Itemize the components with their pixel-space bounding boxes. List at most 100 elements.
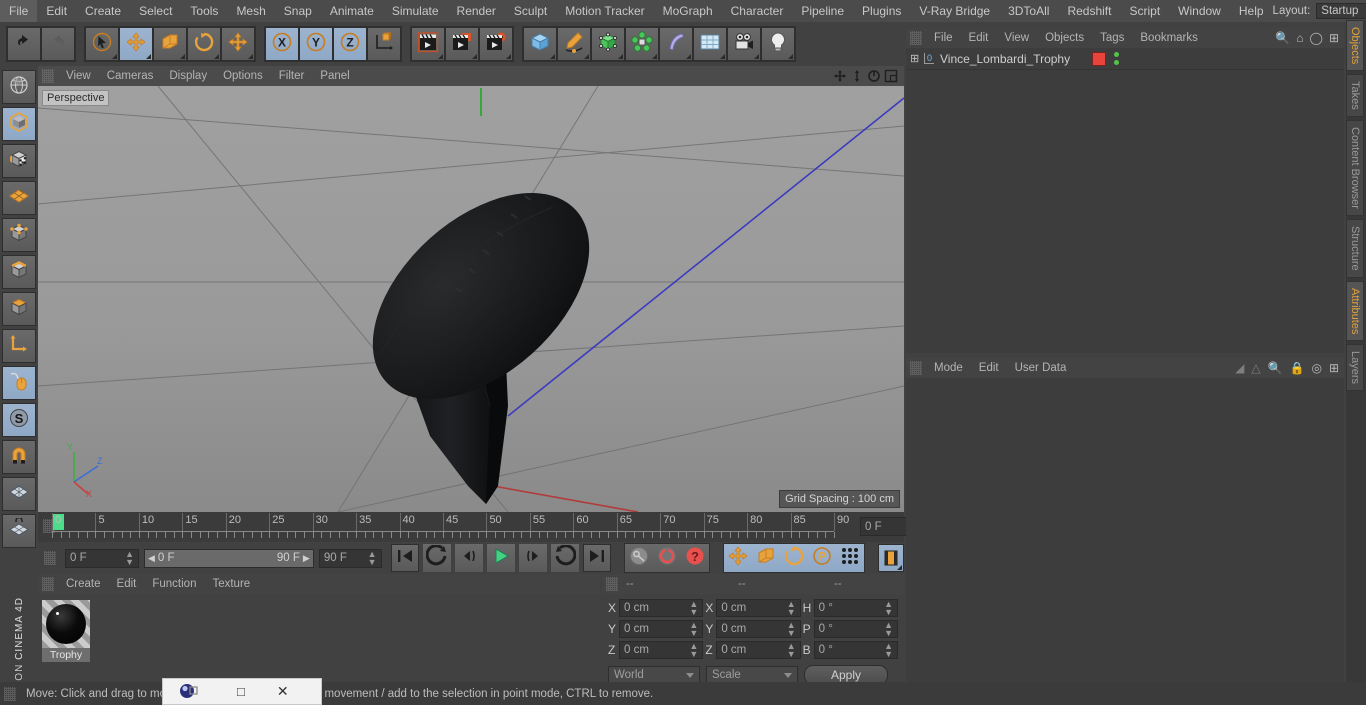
spinner-icon[interactable]: ▲▼	[787, 600, 796, 617]
maximize-icon[interactable]: □	[237, 684, 245, 699]
add-spline-button[interactable]	[557, 27, 591, 61]
range-right-arrow-icon[interactable]: ▶	[303, 553, 310, 564]
point-mode-button[interactable]	[2, 218, 36, 252]
plus-box-icon[interactable]: ⊞	[1329, 361, 1339, 375]
right-tab-takes[interactable]: Takes	[1346, 74, 1364, 118]
expand-toggle-icon[interactable]: ⊞	[910, 52, 924, 65]
model-mode-button[interactable]	[2, 107, 36, 141]
panel-grip-icon[interactable]	[44, 551, 56, 565]
lock-icon[interactable]: 🔒	[1290, 361, 1305, 375]
viewport-menu-options[interactable]: Options	[215, 66, 271, 86]
viewport-menu-filter[interactable]: Filter	[271, 66, 313, 86]
viewport-menu-view[interactable]: View	[58, 66, 99, 86]
start-frame-field[interactable]: 0 F ▲ ▼	[65, 548, 139, 568]
move-tool-button[interactable]	[119, 27, 153, 61]
menu-item-redshift[interactable]: Redshift	[1058, 0, 1120, 22]
menu-item-edit[interactable]: Edit	[37, 0, 76, 22]
axis-modify-button[interactable]	[2, 329, 36, 363]
viewport-menu-display[interactable]: Display	[161, 66, 215, 86]
spinner-icon[interactable]: ▲▼	[787, 642, 796, 659]
rotate-icon[interactable]	[867, 69, 881, 83]
position-key-button[interactable]	[723, 544, 752, 572]
viewport-canvas[interactable]: Y Z X	[38, 86, 904, 512]
render-view-button[interactable]	[411, 27, 445, 61]
menu-item-window[interactable]: Window	[1169, 0, 1230, 22]
add-array-button[interactable]	[625, 27, 659, 61]
step-forward-button[interactable]	[518, 544, 547, 572]
lock-x-button[interactable]: X	[265, 27, 299, 61]
object-material-tag[interactable]	[1092, 51, 1107, 66]
spinner-icon[interactable]: ▲▼	[368, 550, 377, 567]
menu-item-plugins[interactable]: Plugins	[853, 0, 910, 22]
home-icon[interactable]: ⌂	[1296, 31, 1303, 45]
coordinates-value-field[interactable]: 0 cm ▲ ▼	[619, 599, 704, 617]
panel-grip-icon[interactable]	[910, 361, 922, 375]
menu-item-motion-tracker[interactable]: Motion Tracker	[556, 0, 653, 22]
taskbar-window[interactable]: □ ✕	[162, 678, 322, 705]
range-left-arrow-icon[interactable]: ◀	[148, 553, 155, 564]
coordinates-value-field[interactable]: 0 ° ▲ ▼	[813, 620, 898, 638]
panel-grip-icon[interactable]	[42, 577, 54, 591]
spinner-icon[interactable]: ▲▼	[884, 600, 893, 617]
attribute-menu-edit[interactable]: Edit	[971, 358, 1007, 378]
magnet-button[interactable]	[2, 440, 36, 474]
viewport[interactable]: View Cameras Display Options Filter Panel Per…	[38, 66, 904, 512]
add-nurbs-button[interactable]	[591, 27, 625, 61]
material-menu-create[interactable]: Create	[58, 574, 109, 594]
scale-key-button[interactable]	[751, 544, 780, 572]
make-editable-button[interactable]	[2, 70, 36, 104]
object-menu-tags[interactable]: Tags	[1092, 28, 1132, 48]
material-swatch[interactable]	[42, 600, 90, 648]
record-active-objects-button[interactable]	[624, 544, 653, 572]
object-menu-view[interactable]: View	[996, 28, 1037, 48]
spinner-icon[interactable]: ▲▼	[787, 621, 796, 638]
menu-item-animate[interactable]: Animate	[321, 0, 383, 22]
redo-button[interactable]	[41, 27, 75, 61]
viewport-solo-button[interactable]	[2, 366, 36, 400]
right-tab-layers[interactable]: Layers	[1346, 344, 1364, 392]
pan-icon[interactable]	[833, 69, 847, 83]
material-menu-function[interactable]: Function	[144, 574, 204, 594]
polygon-mode-button[interactable]	[2, 292, 36, 326]
menu-item-3dtoall[interactable]: 3DToAll	[999, 0, 1058, 22]
material-menu-edit[interactable]: Edit	[109, 574, 145, 594]
ellipse-icon[interactable]: ◯	[1310, 31, 1323, 45]
spinner-icon[interactable]: ▲▼	[125, 550, 134, 567]
maximize-icon[interactable]	[884, 69, 898, 83]
menu-item-select[interactable]: Select	[130, 0, 181, 22]
object-menu-bookmarks[interactable]: Bookmarks	[1132, 28, 1206, 48]
close-icon[interactable]: ✕	[277, 683, 289, 700]
right-tab-attributes[interactable]: Attributes	[1346, 280, 1364, 342]
add-cube-button[interactable]	[523, 27, 557, 61]
render-settings-button[interactable]	[479, 27, 513, 61]
workplane-lock-button[interactable]	[2, 514, 36, 548]
target-icon[interactable]: ◎	[1311, 361, 1321, 375]
live-selection-button[interactable]	[85, 27, 119, 61]
add-light-button[interactable]	[761, 27, 795, 61]
coordinates-value-field[interactable]: 0 cm ▲ ▼	[716, 620, 801, 638]
workplane-button[interactable]	[2, 181, 36, 215]
menu-item-create[interactable]: Create	[76, 0, 130, 22]
menu-item-snap[interactable]: Snap	[275, 0, 321, 22]
lock-y-button[interactable]: Y	[299, 27, 333, 61]
menu-item-tools[interactable]: Tools	[181, 0, 227, 22]
coordinates-value-field[interactable]: 0 cm ▲ ▼	[619, 641, 704, 659]
autokeying-button[interactable]	[652, 544, 681, 572]
menu-item-sculpt[interactable]: Sculpt	[505, 0, 556, 22]
right-tab-objects[interactable]: Objects	[1346, 20, 1364, 72]
menu-item-v-ray-bridge[interactable]: V-Ray Bridge	[910, 0, 999, 22]
add-deformer-button[interactable]	[659, 27, 693, 61]
object-menu-objects[interactable]: Objects	[1037, 28, 1092, 48]
edge-mode-button[interactable]	[2, 255, 36, 289]
panel-grip-icon[interactable]	[910, 31, 922, 45]
add-camera-button[interactable]	[727, 27, 761, 61]
spinner-icon[interactable]: ▲▼	[884, 621, 893, 638]
panel-grip-icon[interactable]	[4, 686, 16, 701]
panel-grip-icon[interactable]	[42, 69, 54, 83]
app-sphere-icon[interactable]	[179, 682, 199, 702]
workplane-grid-button[interactable]	[2, 477, 36, 511]
object-name[interactable]: Vince_Lombardi_Trophy	[940, 52, 1070, 66]
menu-item-render[interactable]: Render	[448, 0, 505, 22]
right-tab-content-browser[interactable]: Content Browser	[1346, 120, 1364, 216]
go-to-start-button[interactable]	[390, 544, 419, 572]
